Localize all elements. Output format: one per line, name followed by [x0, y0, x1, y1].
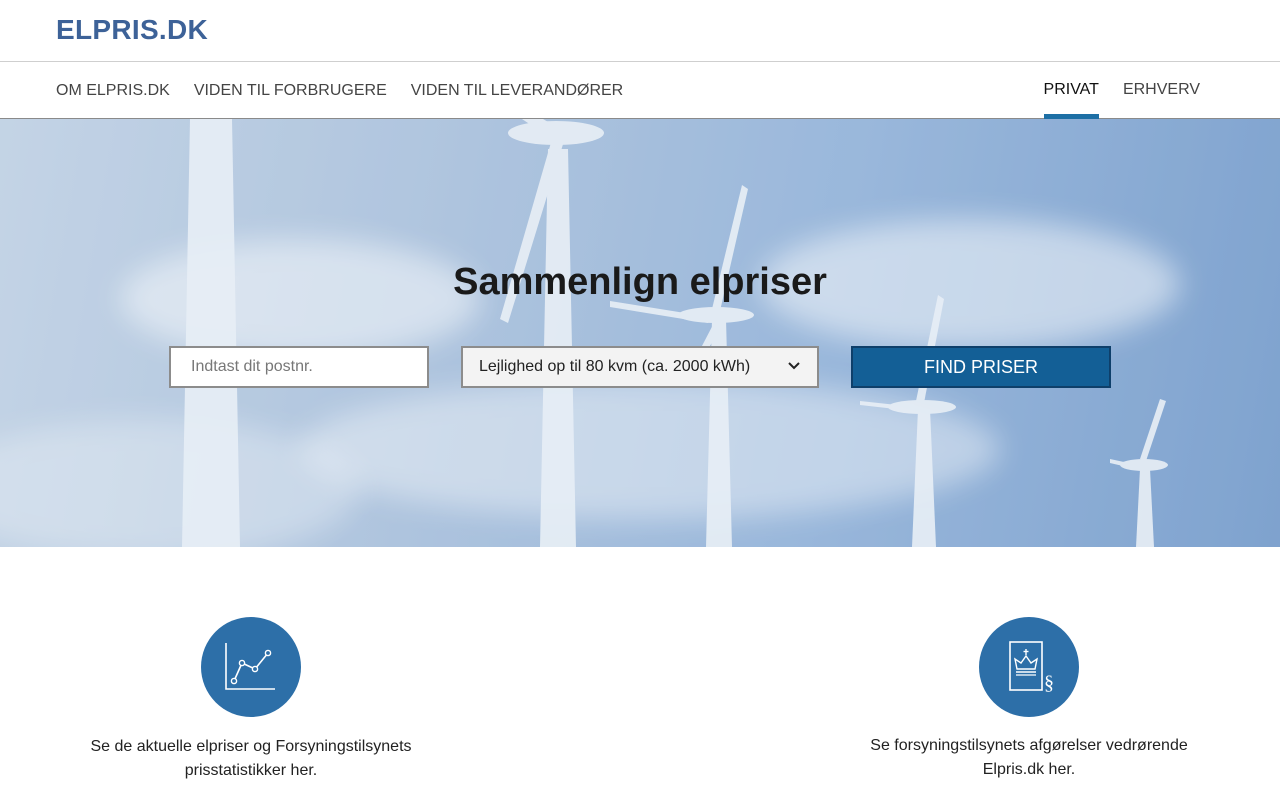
feature-price-statistics[interactable]: Se de aktuelle elpriser og Forsyningstil… — [76, 617, 426, 783]
nav-item-viden-forbrugere[interactable]: VIDEN TIL FORBRUGERE — [194, 82, 387, 100]
main-nav: OM ELPRIS.DK VIDEN TIL FORBRUGERE VIDEN … — [0, 63, 1280, 119]
price-stats-icon-circle[interactable] — [201, 617, 301, 717]
feature-decisions[interactable]: § Se forsyningstilsynets afgørelser vedr… — [854, 617, 1204, 782]
hero-banner: Sammenlign elpriser Lejlighed op til 80 … — [0, 119, 1280, 547]
top-bar: ELPRIS.DK — [0, 0, 1280, 62]
nav-left-group: OM ELPRIS.DK VIDEN TIL FORBRUGERE VIDEN … — [56, 63, 647, 118]
crown-document-icon: § — [1009, 641, 1054, 694]
tab-privat[interactable]: PRIVAT — [1043, 63, 1100, 119]
chevron-down-icon — [788, 362, 800, 370]
nav-right-group: PRIVAT ERHVERV — [1020, 63, 1200, 119]
price-stats-description[interactable]: Se de aktuelle elpriser og Forsyningstil… — [76, 735, 426, 783]
tab-erhverv[interactable]: ERHVERV — [1123, 63, 1200, 118]
site-logo[interactable]: ELPRIS.DK — [56, 14, 208, 46]
nav-item-viden-leverandoerer[interactable]: VIDEN TIL LEVERANDØRER — [411, 82, 624, 100]
decisions-description[interactable]: Se forsyningstilsynets afgørelser vedrør… — [854, 734, 1204, 782]
nav-item-om-elpris[interactable]: OM ELPRIS.DK — [56, 82, 170, 100]
find-prices-button[interactable]: FIND PRISER — [851, 346, 1111, 388]
postnr-input[interactable] — [169, 346, 429, 388]
line-chart-icon — [225, 643, 275, 690]
housing-type-select[interactable]: Lejlighed op til 80 kvm (ca. 2000 kWh) — [461, 346, 819, 388]
svg-text:§: § — [1044, 672, 1054, 694]
decisions-icon-circle[interactable]: § — [979, 617, 1079, 717]
housing-type-selected-value: Lejlighed op til 80 kvm (ca. 2000 kWh) — [479, 358, 751, 375]
hero-title: Sammenlign elpriser — [453, 261, 827, 303]
